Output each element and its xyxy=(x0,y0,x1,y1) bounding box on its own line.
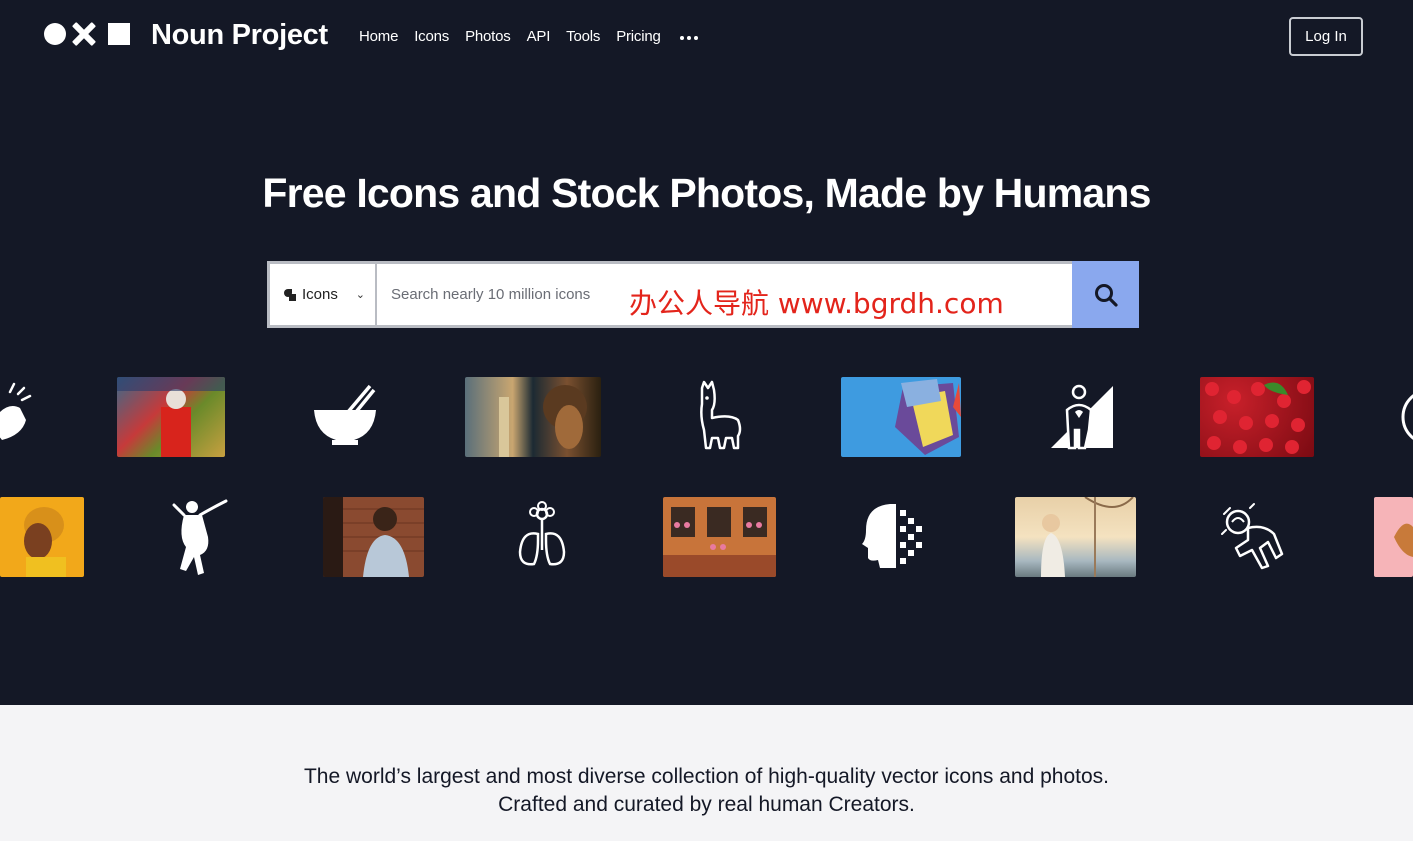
search-type-select[interactable]: Icons ⌄ xyxy=(267,261,377,328)
partial-icon[interactable] xyxy=(1400,382,1413,452)
intro-section: The world’s largest and most diverse col… xyxy=(0,705,1413,841)
clap-icon[interactable] xyxy=(0,380,36,450)
logo-square-icon xyxy=(108,23,130,45)
nav-photos[interactable]: Photos xyxy=(465,28,511,45)
llama-icon[interactable] xyxy=(690,380,750,452)
tagline: The world’s largest and most diverse col… xyxy=(0,763,1413,819)
photo-singer-brick[interactable] xyxy=(323,497,424,577)
flower-lungs-icon[interactable] xyxy=(512,500,572,572)
dancer-icon[interactable] xyxy=(170,497,234,577)
logo-circle-icon xyxy=(44,23,66,45)
nav-icons[interactable]: Icons xyxy=(414,28,449,45)
logo-x-icon xyxy=(72,22,96,46)
nav-pricing[interactable]: Pricing xyxy=(616,28,661,45)
login-button[interactable]: Log In xyxy=(1289,17,1363,56)
hero-headline: Free Icons and Stock Photos, Made by Hum… xyxy=(262,170,1151,216)
photo-woman-boat[interactable] xyxy=(1015,497,1136,577)
search-input[interactable] xyxy=(391,286,621,303)
photo-building-facade[interactable] xyxy=(663,497,776,577)
search-button[interactable] xyxy=(1072,261,1139,328)
hero-section: Noun Project Home Icons Photos API Tools… xyxy=(0,0,1413,705)
photo-pink-partial[interactable] xyxy=(1374,497,1413,577)
search-icon xyxy=(1094,283,1118,307)
nav-api[interactable]: API xyxy=(527,28,551,45)
tagline-line-2: Crafted and curated by real human Creato… xyxy=(498,793,915,816)
bowl-chopsticks-icon[interactable] xyxy=(310,382,380,452)
search-bar: Icons ⌄ 办公人导航 www.bgrdh.com xyxy=(267,261,1139,328)
noun-project-logo[interactable] xyxy=(44,22,130,46)
photo-cherries[interactable] xyxy=(1200,377,1314,457)
noun-shape-icon xyxy=(284,288,296,301)
search-type-label: Icons xyxy=(302,286,338,303)
photo-graffiti-person[interactable] xyxy=(117,377,225,457)
chevron-down-icon: ⌄ xyxy=(355,289,365,301)
main-nav: Home Icons Photos API Tools Pricing xyxy=(359,28,698,45)
person-ramp-icon[interactable] xyxy=(1045,380,1117,452)
watermark-overlay: 办公人导航 www.bgrdh.com xyxy=(629,287,1004,320)
nav-home[interactable]: Home xyxy=(359,28,398,45)
astronaut-icon[interactable] xyxy=(1220,500,1290,572)
brand-name[interactable]: Noun Project xyxy=(151,19,328,52)
photo-blue-fabric[interactable] xyxy=(841,377,961,457)
more-menu-icon[interactable] xyxy=(679,35,698,40)
photo-surfer-portrait[interactable] xyxy=(465,377,601,457)
nav-tools[interactable]: Tools xyxy=(566,28,600,45)
pixel-head-icon[interactable] xyxy=(860,500,930,572)
photo-yellow-portrait[interactable] xyxy=(0,497,84,577)
search-field: 办公人导航 www.bgrdh.com xyxy=(377,261,1072,328)
tagline-line-1: The world’s largest and most diverse col… xyxy=(303,765,1110,788)
